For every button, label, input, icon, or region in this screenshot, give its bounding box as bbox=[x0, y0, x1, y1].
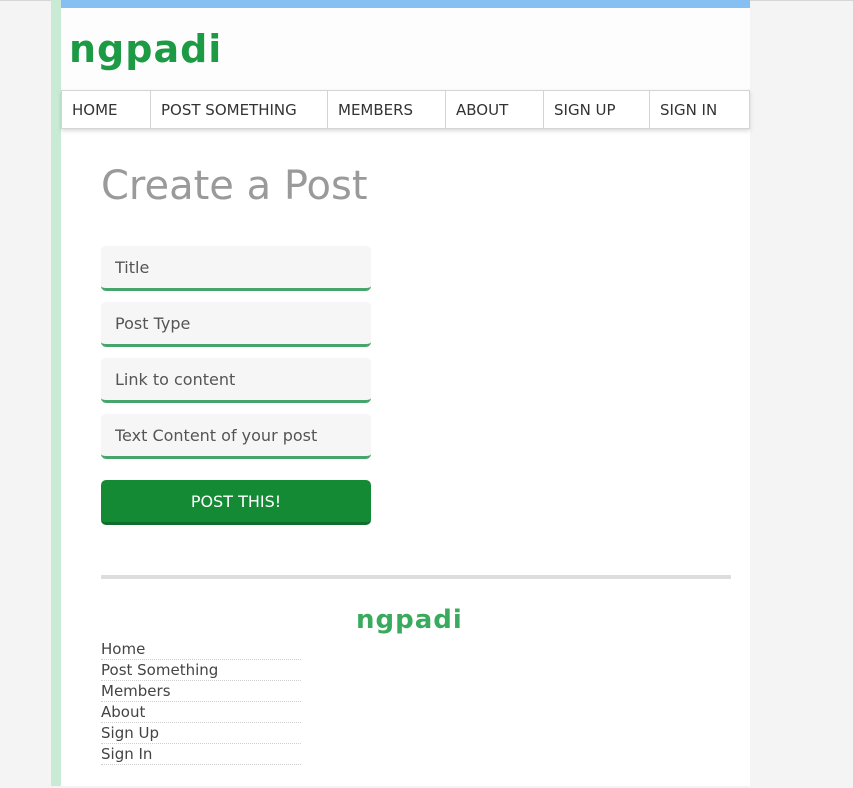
post-this-button[interactable]: POST THIS! bbox=[101, 480, 371, 525]
nav-item-post-something[interactable]: POST SOMETHING bbox=[151, 90, 328, 129]
title-input[interactable] bbox=[101, 246, 371, 291]
footer-link-post-something[interactable]: Post Something bbox=[101, 660, 301, 681]
footer-divider bbox=[101, 575, 731, 579]
main-nav: HOME POST SOMETHING MEMBERS ABOUT SIGN U… bbox=[61, 90, 750, 129]
text-content-input[interactable] bbox=[101, 414, 371, 459]
header-accent-bar bbox=[61, 0, 750, 8]
nav-item-sign-in[interactable]: SIGN IN bbox=[650, 90, 750, 129]
nav-item-sign-up[interactable]: SIGN UP bbox=[544, 90, 650, 129]
nav-item-members[interactable]: MEMBERS bbox=[328, 90, 446, 129]
footer-link-sign-up[interactable]: Sign Up bbox=[101, 723, 301, 744]
link-input[interactable] bbox=[101, 358, 371, 403]
site-logo[interactable]: ngpadi bbox=[69, 30, 222, 68]
footer-link-sign-in[interactable]: Sign In bbox=[101, 744, 301, 765]
nav-item-about[interactable]: ABOUT bbox=[446, 90, 544, 129]
nav-item-home[interactable]: HOME bbox=[61, 90, 151, 129]
post-type-input[interactable] bbox=[101, 302, 371, 347]
footer-link-home[interactable]: Home bbox=[101, 639, 301, 660]
side-stripe bbox=[51, 0, 61, 786]
page-title: Create a Post bbox=[101, 163, 368, 209]
footer-link-about[interactable]: About bbox=[101, 702, 301, 723]
site-header: ngpadi bbox=[61, 8, 750, 90]
page-container: ngpadi HOME POST SOMETHING MEMBERS ABOUT… bbox=[61, 0, 750, 786]
footer-link-members[interactable]: Members bbox=[101, 681, 301, 702]
footer-logo: ngpadi bbox=[356, 605, 463, 635]
footer-links: Home Post Something Members About Sign U… bbox=[101, 639, 301, 765]
